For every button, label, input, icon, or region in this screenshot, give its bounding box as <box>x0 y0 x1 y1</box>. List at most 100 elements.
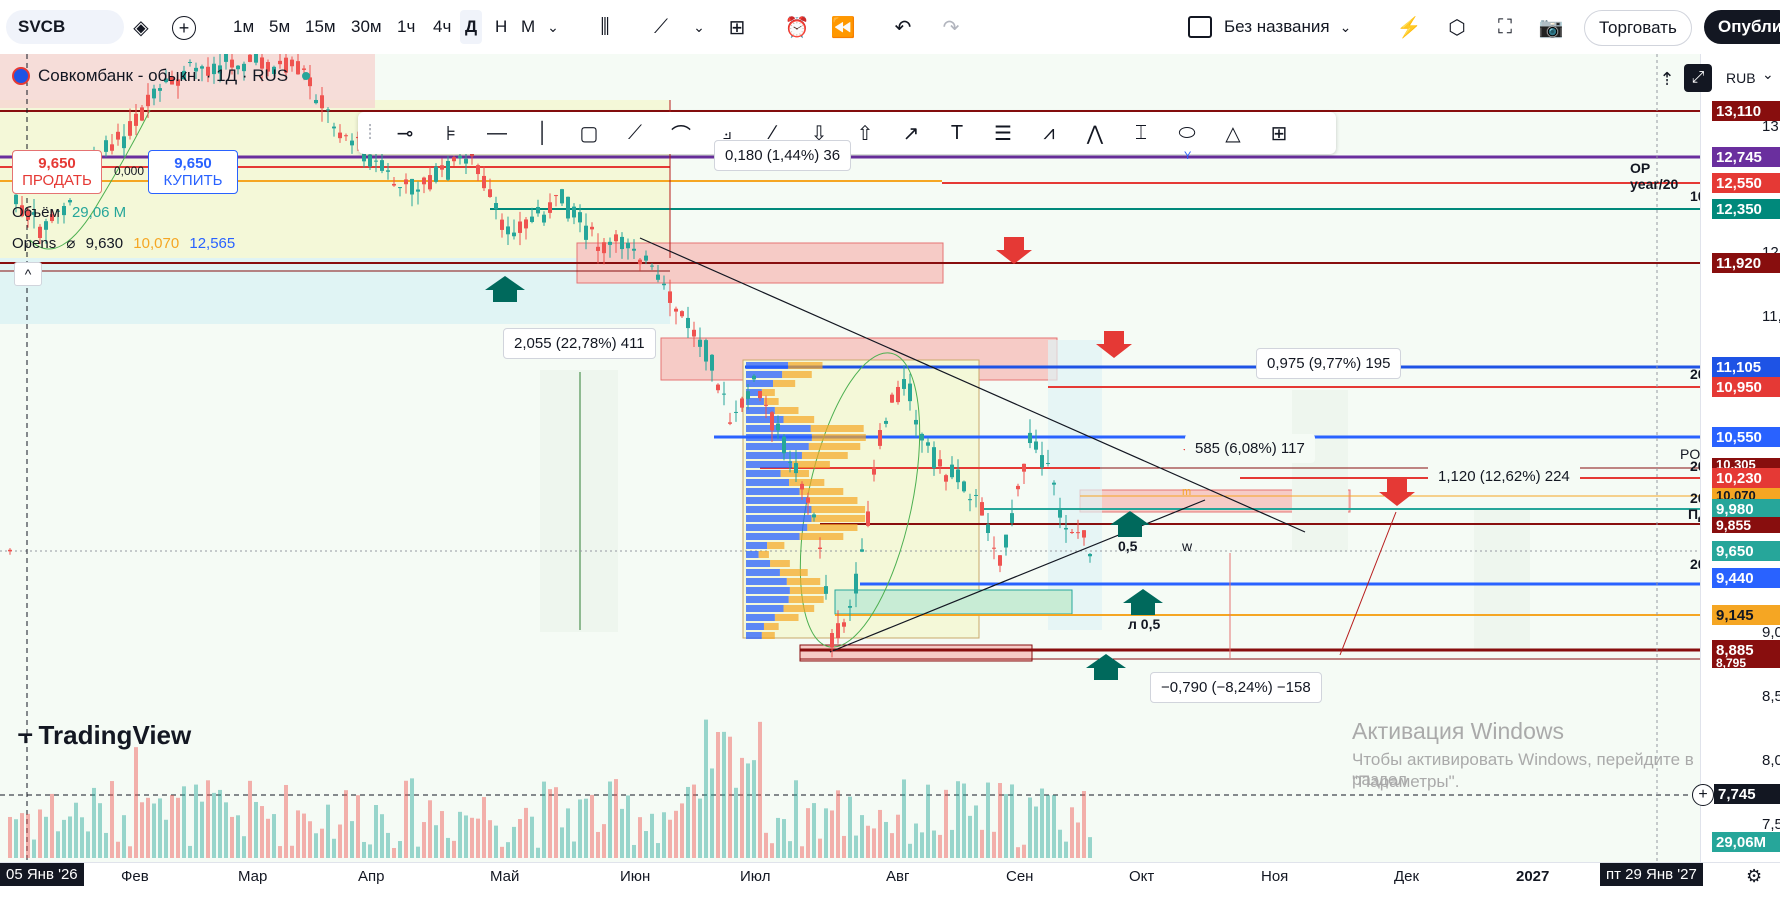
redo-icon[interactable]: ↷ <box>934 10 968 44</box>
candle-body <box>488 189 492 197</box>
measure-label[interactable]: 2,055 (22,78%) 411 <box>503 328 656 359</box>
triangle-icon[interactable]: △ <box>1210 121 1256 146</box>
candle-body <box>152 88 156 99</box>
candle-body <box>620 236 624 250</box>
time-tick: Июн <box>620 868 651 885</box>
collapse-legend-icon[interactable]: ^ <box>14 262 42 286</box>
candle-body <box>500 219 504 230</box>
currency-dropdown-icon[interactable]: ⌄ <box>1762 66 1774 83</box>
tf-1m[interactable]: 1м <box>228 10 259 44</box>
fullscreen-icon[interactable]: ⛶ <box>1488 10 1522 44</box>
measure-label[interactable]: 1,120 (12,62%) 224 <box>1428 462 1580 491</box>
horizontal-line-icon[interactable]: — <box>474 122 520 145</box>
volume-bar <box>524 807 528 858</box>
price-range-icon[interactable]: ⌶ <box>1118 122 1164 145</box>
legend-title[interactable]: Совкомбанк - обыкн. · 1Д · RUS <box>38 66 288 86</box>
templates-icon[interactable]: ⊞ <box>720 10 754 44</box>
arrow-marker-icon[interactable]: ↗ <box>888 121 934 146</box>
volume-bar <box>716 732 720 858</box>
tf-15m[interactable]: 15м <box>300 10 341 44</box>
gem-icon[interactable]: ◈ <box>124 10 158 44</box>
volume-profile-bar <box>746 506 812 513</box>
trendline-icon[interactable]: ⟋ <box>612 122 658 145</box>
price-label: 10,950 <box>1712 377 1780 397</box>
candle-body <box>578 212 582 223</box>
measure-label[interactable]: 585 (6,08%) 117 <box>1185 434 1315 463</box>
layout-selector[interactable]: Без названия ⌄ <box>1188 10 1351 44</box>
camera-icon[interactable]: 📷 <box>1534 10 1568 44</box>
volume-bar <box>788 841 792 858</box>
publish-button[interactable]: Опубли <box>1704 10 1780 44</box>
auto-scale-button[interactable]: ⤢ <box>1684 64 1712 92</box>
candle-body <box>122 136 126 149</box>
quick-search-icon[interactable]: ⚡ <box>1392 10 1426 44</box>
curve-icon[interactable]: ⌒ <box>658 119 704 148</box>
volume-profile-bar <box>783 605 815 612</box>
candle-body <box>350 140 354 146</box>
volume-bar <box>380 814 384 858</box>
fib-retracement-icon[interactable]: ☰ <box>980 121 1026 146</box>
volume-bar <box>116 841 120 858</box>
text-icon[interactable]: T <box>934 122 980 145</box>
indicators-icon[interactable]: ⟋ <box>644 10 678 44</box>
date-price-range-icon[interactable]: ⊞ <box>1256 121 1302 146</box>
scroll-up-button[interactable]: ⇡ <box>1654 66 1680 92</box>
candle-body <box>530 216 534 222</box>
opens-legend: Opens ⌀ 9,630 10,070 12,565 <box>12 234 235 252</box>
candle-body <box>224 54 228 62</box>
rectangle-icon[interactable]: ▢ <box>566 121 612 146</box>
arrow-up-teal-icon <box>1110 511 1150 537</box>
ellipse-icon[interactable]: ⬭ <box>1164 122 1210 145</box>
volume-bar <box>50 793 54 858</box>
zigzag-icon[interactable]: ⋀ <box>1072 121 1118 146</box>
add-alert-icon[interactable]: + <box>1692 784 1714 806</box>
tv-logo-icon: ⫟ <box>18 721 33 749</box>
volume-bar <box>452 840 456 858</box>
volume-bar <box>872 828 876 858</box>
tf-1h[interactable]: 1ч <box>392 10 420 44</box>
chart-pane[interactable]: Совкомбанк - обыкн. · 1Д · RUS 9,650 ПРО… <box>0 54 1710 862</box>
candle-body <box>920 433 924 441</box>
currency-label[interactable]: RUB <box>1726 70 1756 86</box>
volume-bar <box>956 781 960 858</box>
measure-label[interactable]: 0,180 (1,44%) 36 <box>714 140 852 171</box>
tradingview-logo[interactable]: ⫟ TradingView <box>18 720 191 751</box>
chevron-down-icon[interactable]: ⌄ <box>682 10 716 44</box>
candles-icon[interactable]: ⫼ <box>588 10 622 44</box>
tf-week[interactable]: Н <box>490 10 512 44</box>
add-symbol-icon[interactable]: + <box>172 16 196 40</box>
symbol-search[interactable]: SVCB <box>6 10 124 44</box>
opens-value-2: 10,070 <box>133 235 180 252</box>
chevron-down-icon[interactable]: ⌄ <box>536 10 570 44</box>
replay-icon[interactable]: ⏪ <box>826 10 860 44</box>
abc-pattern-icon[interactable]: ⩘ <box>1026 122 1072 145</box>
candle-body <box>560 189 564 204</box>
volume-profile-bar <box>746 533 800 540</box>
tf-30m[interactable]: 30м <box>346 10 387 44</box>
tf-4h[interactable]: 4ч <box>428 10 456 44</box>
tf-5m[interactable]: 5м <box>264 10 295 44</box>
undo-icon[interactable]: ↶ <box>886 10 920 44</box>
volume-profile-bar <box>746 605 784 612</box>
volume-bar <box>458 811 462 858</box>
buy-button[interactable]: 9,650 КУПИТЬ <box>148 150 238 194</box>
eye-icon[interactable]: ⌀ <box>66 235 75 252</box>
volume-bar <box>1028 797 1032 858</box>
pitchfork-icon[interactable]: ⊧ <box>428 121 474 146</box>
candle-body <box>518 221 522 233</box>
settings-gear-icon[interactable]: ⚙ <box>1746 866 1762 887</box>
volume-bar <box>338 824 342 858</box>
candle-body <box>794 463 798 474</box>
alert-icon[interactable]: ⏰ <box>780 10 814 44</box>
horizontal-ray-icon[interactable]: ⊸ <box>382 121 428 146</box>
measure-label[interactable]: −0,790 (−8,24%) −158 <box>1150 672 1322 703</box>
tf-day[interactable]: Д <box>460 10 483 44</box>
vertical-line-icon[interactable]: │ <box>520 122 566 145</box>
measure-label[interactable]: 0,975 (9,77%) 195 <box>1256 348 1402 379</box>
volume-bar <box>944 789 948 858</box>
drag-handle-icon[interactable]: ⁞ <box>358 122 382 145</box>
trade-button[interactable]: Торговать <box>1584 10 1692 46</box>
sell-button[interactable]: 9,650 ПРОДАТЬ <box>12 150 102 194</box>
candle-body <box>146 94 150 107</box>
settings-icon[interactable]: ⬡ <box>1440 10 1474 44</box>
